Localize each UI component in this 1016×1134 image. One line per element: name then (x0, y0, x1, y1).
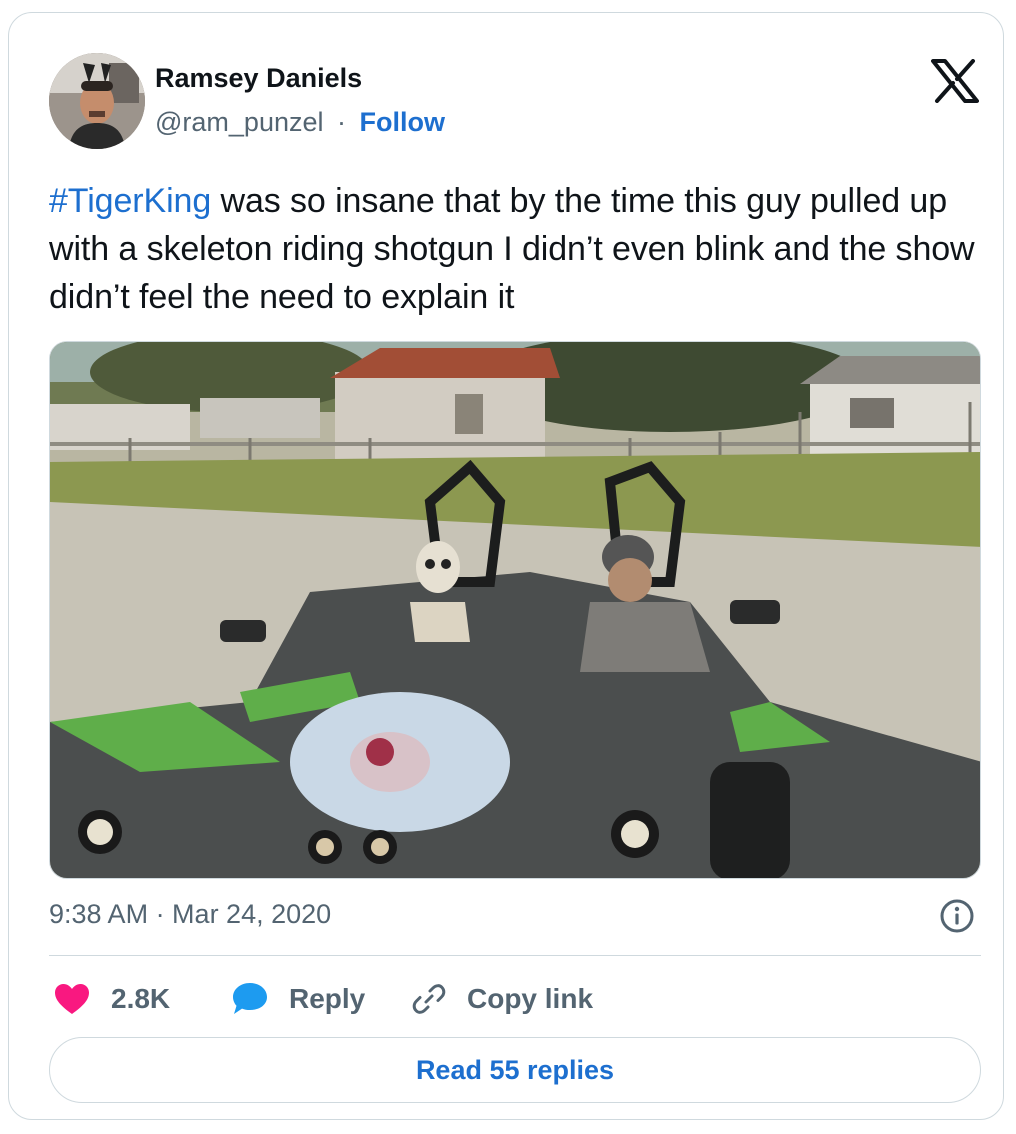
like-count: 2.8K (111, 983, 171, 1014)
reply-bubble-icon (233, 983, 267, 1014)
handle-row: @ram_punzel · Follow (155, 107, 445, 138)
like-button[interactable]: 2.8K (53, 979, 170, 1019)
follow-link[interactable]: Follow (360, 107, 445, 137)
separator-dot: · (337, 107, 347, 137)
tweet-text: #TigerKing was so insane that by the tim… (49, 177, 979, 321)
link-icon (412, 984, 446, 1014)
reply-label: Reply (289, 983, 366, 1014)
heart-icon (55, 984, 89, 1014)
divider (49, 955, 981, 956)
author-avatar[interactable] (49, 53, 145, 149)
hashtag-link[interactable]: #TigerKing (49, 182, 211, 220)
author-name[interactable]: Ramsey Daniels (155, 63, 362, 94)
read-replies-button[interactable]: Read 55 replies (49, 1037, 981, 1103)
copy-link-label: Copy link (467, 983, 594, 1014)
author-handle[interactable]: @ram_punzel (155, 107, 324, 137)
tweet-media-photo[interactable] (49, 341, 981, 879)
x-logo-icon[interactable] (931, 59, 979, 103)
tweet-embed-card: Ramsey Daniels @ram_punzel · Follow #Tig… (8, 12, 1004, 1120)
info-icon[interactable] (939, 898, 975, 934)
tweet-timestamp[interactable]: 9:38 AM · Mar 24, 2020 (49, 899, 331, 930)
reply-button[interactable]: Reply (231, 979, 365, 1019)
copy-link-button[interactable]: Copy link (411, 979, 593, 1019)
